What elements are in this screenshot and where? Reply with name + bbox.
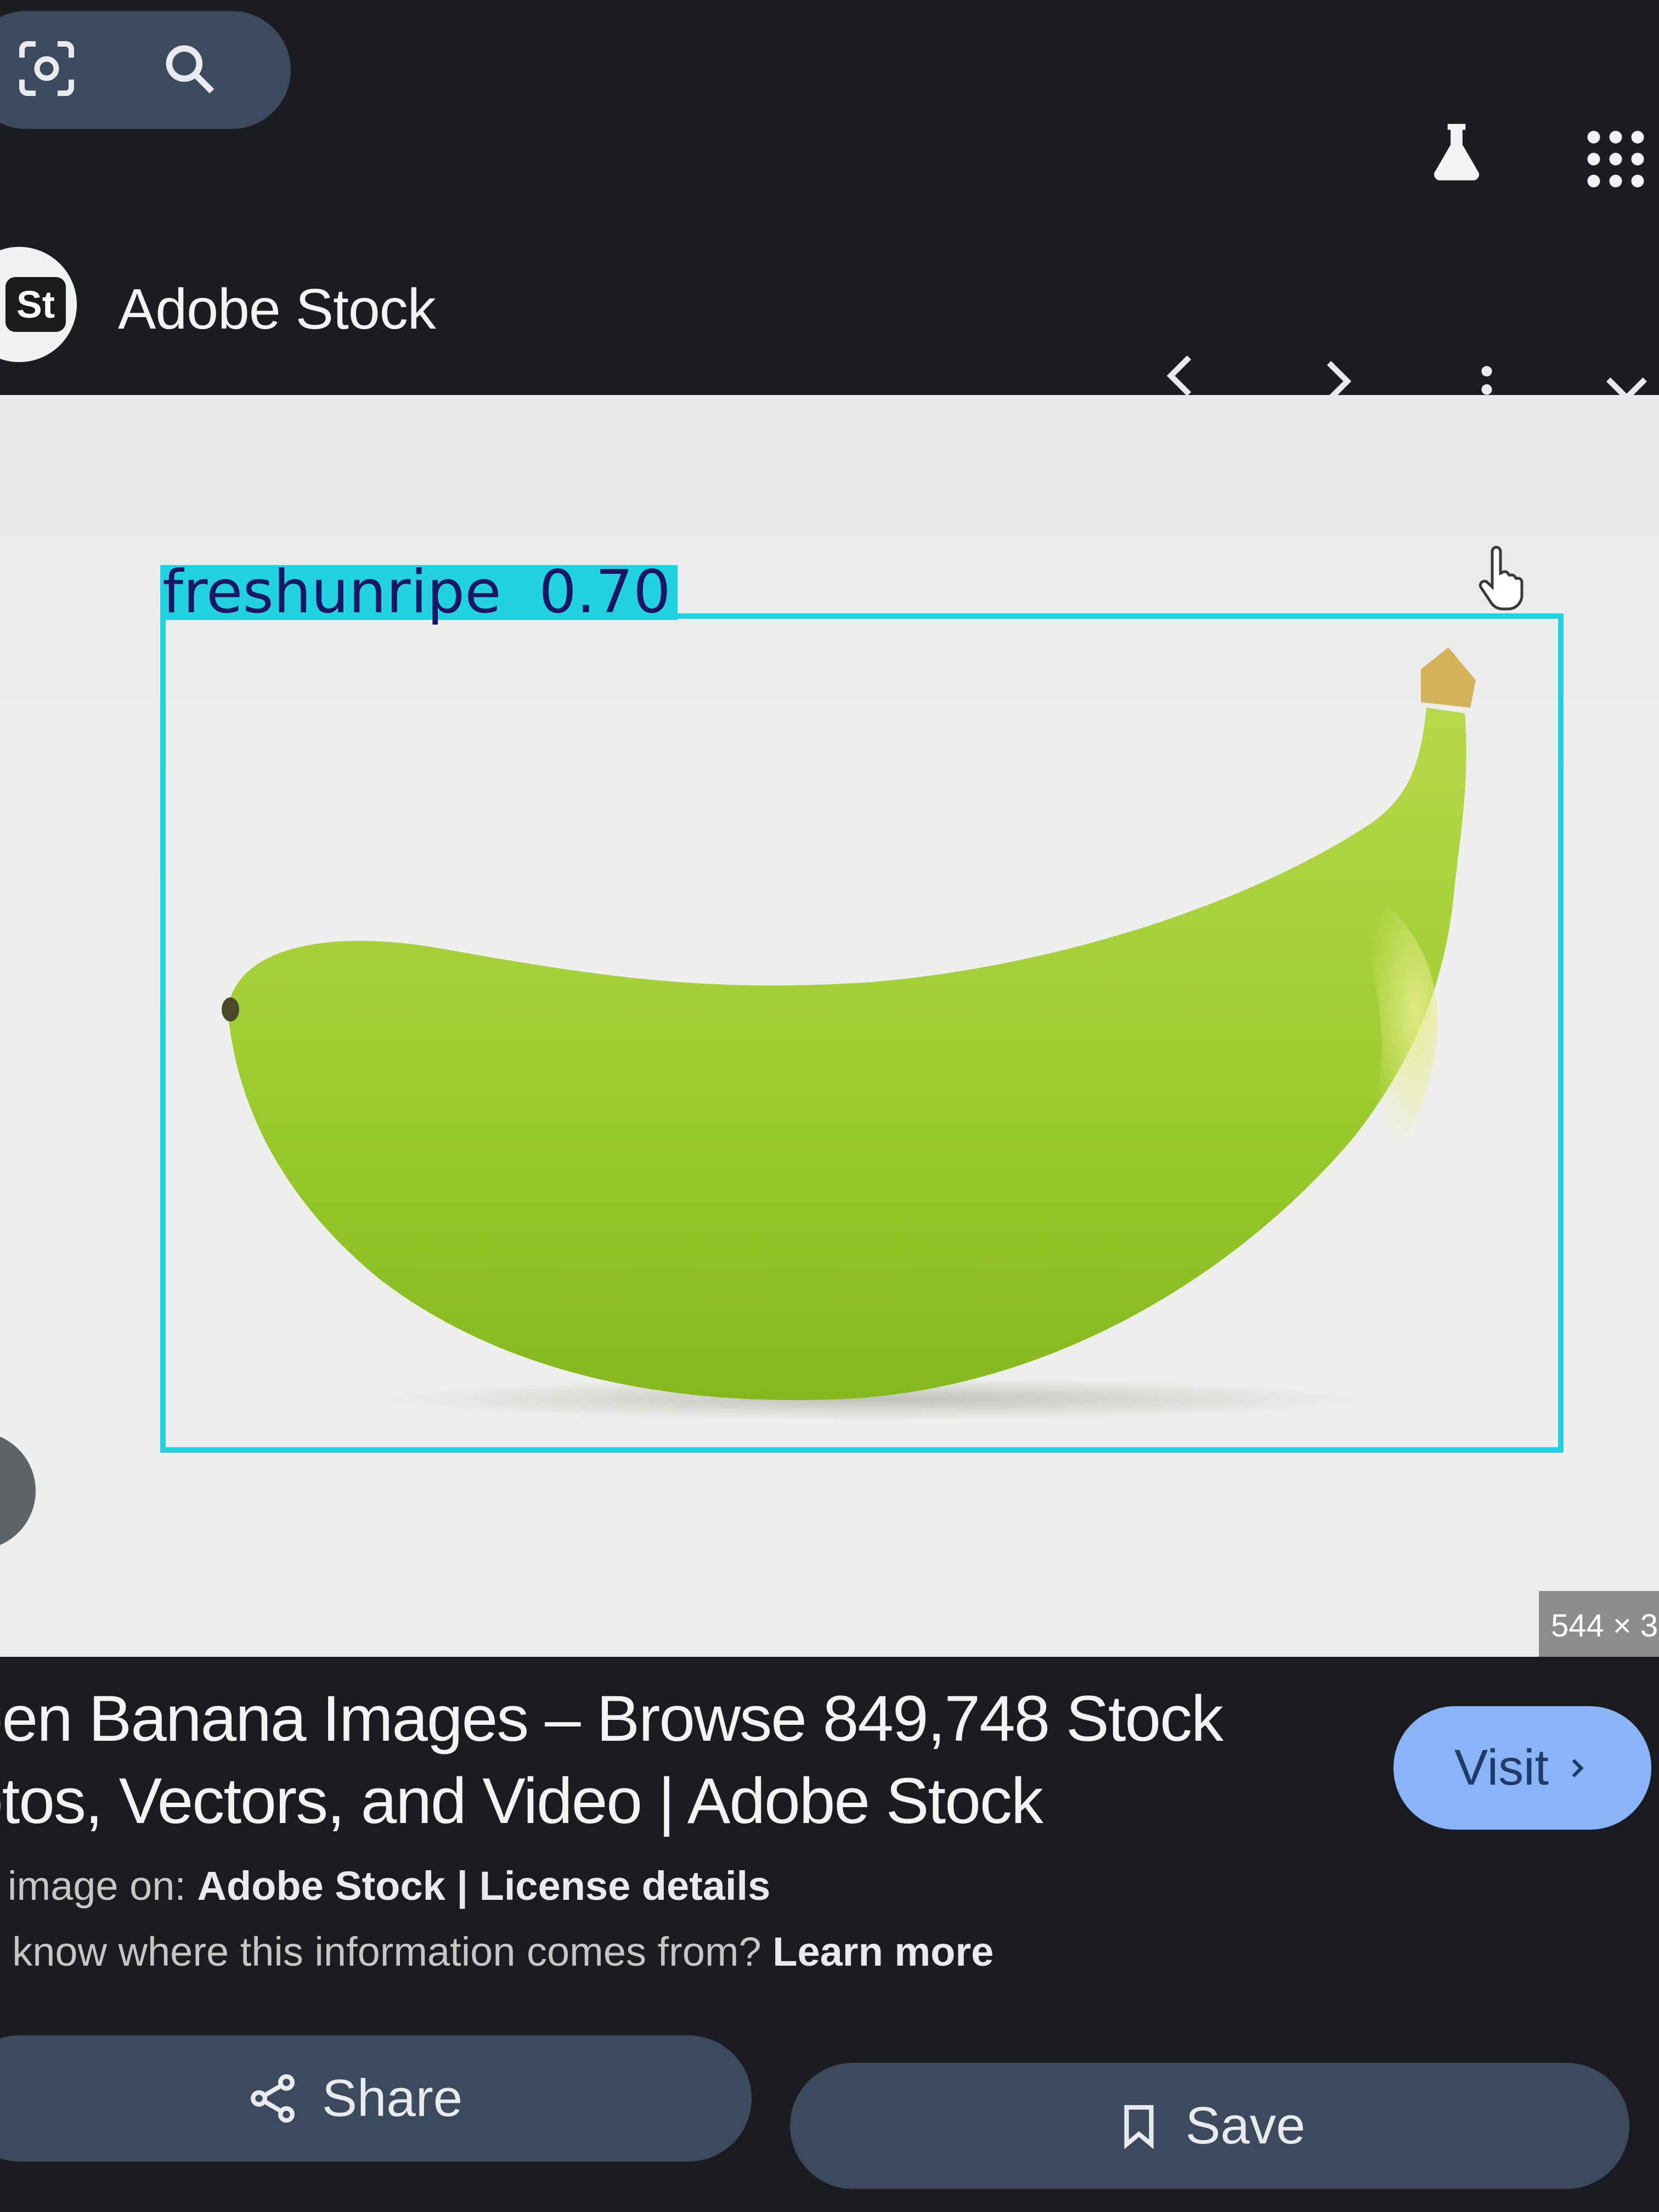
info-prefix: to know where this information comes fro… (0, 1929, 773, 1974)
image-dimensions-badge: 544 × 3 (1539, 1591, 1659, 1661)
labs-flask-icon[interactable] (1415, 112, 1498, 195)
save-button[interactable]: Save (790, 2063, 1629, 2189)
visit-label: Visit (1454, 1740, 1549, 1796)
detection-box (160, 613, 1564, 1453)
result-title-line-1[interactable]: een Banana Images – Browse 849,748 Stock (0, 1681, 1223, 1756)
detection-score: 0.70 (539, 558, 671, 627)
save-label: Save (1185, 2096, 1306, 2155)
seen-prefix: is image on: (0, 1863, 186, 1909)
share-label: Share (321, 2069, 463, 2128)
info-source-line: to know where this information comes fro… (0, 1928, 994, 1975)
visit-button[interactable]: Visit (1393, 1706, 1651, 1830)
result-title-line-2[interactable]: otos, Vectors, and Video | Adobe Stock (0, 1764, 1043, 1838)
lens-icon[interactable] (11, 33, 82, 104)
hand-cursor-icon (1470, 543, 1531, 614)
bookmark-icon (1124, 2105, 1154, 2149)
detection-label: freshunripe 0.70 (160, 563, 678, 622)
source-name[interactable]: Adobe Stock (118, 277, 436, 342)
seen-source-link[interactable]: Adobe Stock (198, 1863, 445, 1909)
learn-more-link[interactable]: Learn more (772, 1929, 994, 1974)
search-icon[interactable] (154, 33, 225, 104)
seen-on-line: is image on: Adobe Stock | License detai… (0, 1863, 770, 1909)
detection-class: freshunripe (162, 558, 501, 627)
seen-separator: | (445, 1863, 479, 1909)
license-details-link[interactable]: License details (479, 1863, 771, 1909)
apps-grid-icon[interactable] (1577, 121, 1654, 198)
share-icon (250, 2074, 295, 2123)
chevron-right-small-icon (1572, 1758, 1584, 1778)
source-avatar-logo: St (5, 277, 66, 332)
share-button[interactable]: Share (0, 2035, 752, 2162)
